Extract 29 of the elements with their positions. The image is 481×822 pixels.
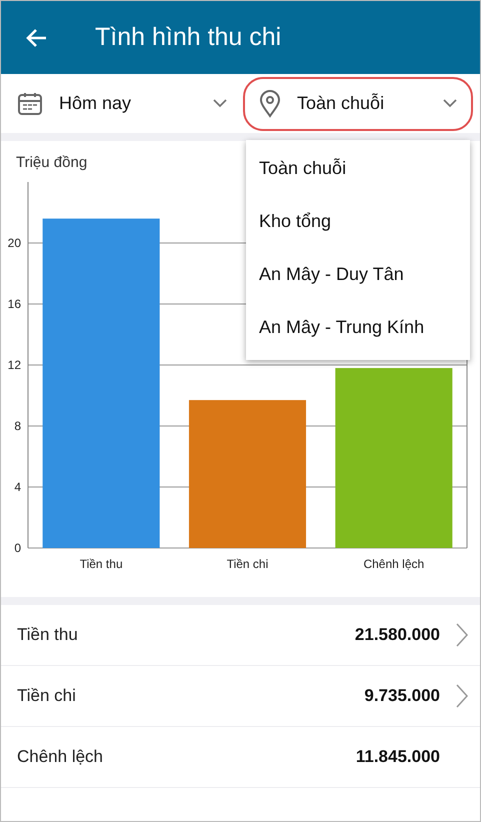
calendar-icon: [17, 92, 43, 116]
tick-label: 12: [8, 358, 21, 372]
row-label: Chênh lệch: [17, 747, 104, 767]
axis-title: Triệu đồng: [16, 154, 88, 171]
category-label: Tiền chi: [226, 557, 268, 571]
filter-dropdown[interactable]: Hôm nay: [1, 76, 243, 130]
menu-item[interactable]: Kho tổng: [246, 195, 470, 248]
summary-row[interactable]: Tiền chi 9.735.000: [1, 666, 480, 727]
tick-label: 20: [8, 236, 21, 250]
filter-dropdown[interactable]: Toàn chuỗi: [243, 76, 473, 130]
row-value: 21.580.000: [354, 625, 440, 645]
row-value: 11.845.000: [356, 747, 440, 767]
chevron-down-icon: [213, 99, 227, 108]
tick-label: 8: [14, 419, 21, 433]
summary-row[interactable]: Tiền thu 21.580.000: [1, 605, 480, 666]
screen-title: Tình hình thu chi: [95, 23, 282, 52]
category-label: Tiền thu: [80, 557, 123, 571]
menu-item[interactable]: Toàn chuỗi: [246, 142, 470, 195]
menu-item[interactable]: An Mây - Trung Kính: [246, 301, 470, 354]
row-label: Tiền thu: [17, 625, 79, 645]
menu-item[interactable]: An Mây - Duy Tân: [246, 248, 470, 301]
tick-label: 4: [14, 480, 21, 494]
tick-label: 16: [8, 297, 21, 311]
tick-label: 0: [14, 541, 21, 555]
row-label: Tiền chi: [17, 686, 77, 706]
category-label: Chênh lệch: [363, 557, 424, 571]
row-value: 9.735.000: [364, 686, 440, 706]
chevron-down-icon: [443, 99, 457, 108]
location-pin-icon: [259, 90, 281, 118]
